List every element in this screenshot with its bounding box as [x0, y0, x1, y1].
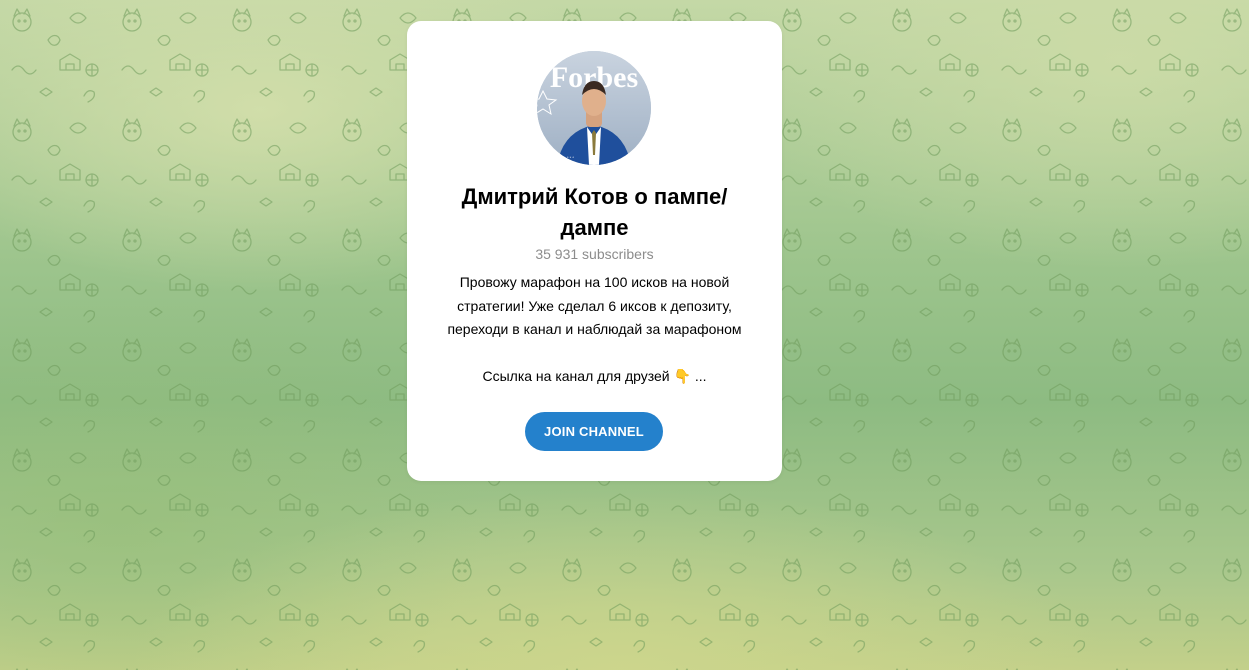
channel-description: Провожу марафон на 100 исков на новой ст…: [427, 271, 762, 389]
channel-avatar: Forbes * * *: [537, 51, 651, 165]
description-paragraph: Провожу марафон на 100 исков на новой ст…: [447, 274, 742, 337]
svg-text:* * *: * * *: [567, 155, 574, 160]
description-link-line: Ссылка на канал для друзей 👇 ...: [482, 368, 707, 384]
join-channel-button[interactable]: JOIN CHANNEL: [525, 412, 663, 451]
channel-title: Дмитрий Котов о пампе/ дампе: [461, 184, 728, 240]
subscriber-count: 35 931 subscribers: [535, 246, 654, 262]
channel-card: Forbes * * * Дмитрий Котов о пампе/ дамп…: [407, 21, 782, 481]
